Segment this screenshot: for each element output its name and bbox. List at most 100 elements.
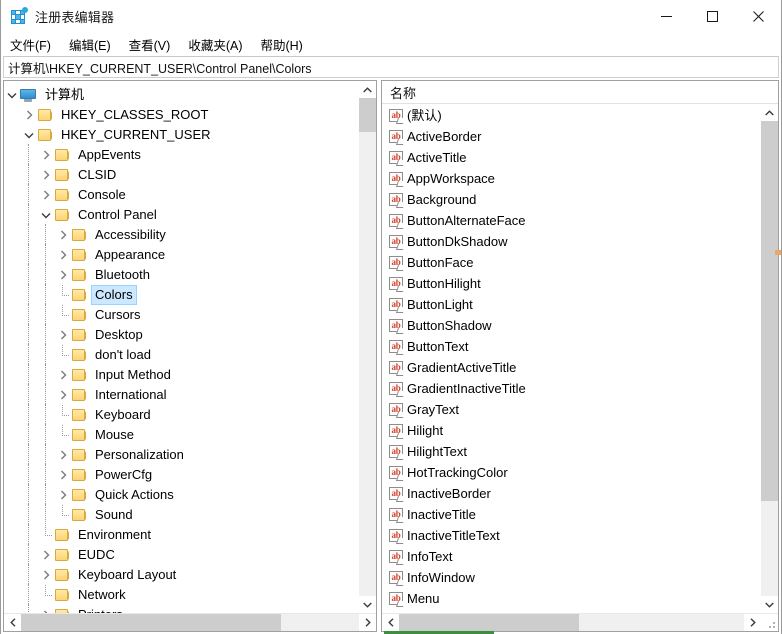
- tree-horizontal-scrollbar[interactable]: [4, 613, 376, 631]
- value-list-row[interactable]: abActiveTitle: [382, 147, 760, 168]
- value-list-row[interactable]: abButtonFace: [382, 252, 760, 273]
- chevron-right-icon[interactable]: [38, 145, 54, 165]
- value-list-row[interactable]: abButtonDkShadow: [382, 231, 760, 252]
- tree-node-don-t-load[interactable]: don't load: [4, 345, 358, 365]
- tree-node-appearance[interactable]: Appearance: [4, 245, 358, 265]
- tree-node-international[interactable]: International: [4, 385, 358, 405]
- column-header-name[interactable]: 名称: [390, 83, 416, 102]
- value-list-row[interactable]: abMenu: [382, 588, 760, 609]
- chevron-right-icon[interactable]: [38, 565, 54, 585]
- value-list-row[interactable]: abHotTrackingColor: [382, 462, 760, 483]
- chevron-right-icon[interactable]: [38, 185, 54, 205]
- tree-scroll-left-button[interactable]: [4, 614, 21, 631]
- tree-node-cursors[interactable]: Cursors: [4, 305, 358, 325]
- tree-node-bluetooth[interactable]: Bluetooth: [4, 265, 358, 285]
- list-scroll-left-button[interactable]: [382, 614, 399, 631]
- value-list-row[interactable]: abButtonShadow: [382, 315, 760, 336]
- chevron-right-icon[interactable]: [55, 485, 71, 505]
- chevron-right-icon[interactable]: [55, 365, 71, 385]
- value-list-row[interactable]: abInactiveBorder: [382, 483, 760, 504]
- value-list-row[interactable]: abButtonText: [382, 336, 760, 357]
- list-scroll-down-button[interactable]: [761, 596, 778, 613]
- value-list-row[interactable]: abBackground: [382, 189, 760, 210]
- tree-node-hkey-current-user[interactable]: HKEY_CURRENT_USER: [4, 125, 358, 145]
- tree-node-colors[interactable]: Colors: [4, 285, 358, 305]
- tree-node-environment[interactable]: Environment: [4, 525, 358, 545]
- tree-node-input-method[interactable]: Input Method: [4, 365, 358, 385]
- value-list-row[interactable]: abActiveBorder: [382, 126, 760, 147]
- chevron-right-icon[interactable]: [55, 445, 71, 465]
- menu-view[interactable]: 查看(V): [129, 33, 180, 56]
- tree-node--[interactable]: 计算机: [4, 85, 358, 105]
- tree-node-clsid[interactable]: CLSID: [4, 165, 358, 185]
- tree-node-personalization[interactable]: Personalization: [4, 445, 358, 465]
- tree-node-appevents[interactable]: AppEvents: [4, 145, 358, 165]
- chevron-down-icon[interactable]: [21, 125, 37, 145]
- value-list-row[interactable]: abGradientActiveTitle: [382, 357, 760, 378]
- value-list-row[interactable]: abGradientInactiveTitle: [382, 378, 760, 399]
- tree-node-printers[interactable]: Printers: [4, 605, 358, 613]
- tree-node-eudc[interactable]: EUDC: [4, 545, 358, 565]
- chevron-right-icon[interactable]: [55, 265, 71, 285]
- tree-node-network[interactable]: Network: [4, 585, 358, 605]
- maximize-button[interactable]: [689, 0, 735, 32]
- tree-scroll-right-button[interactable]: [359, 614, 376, 631]
- chevron-right-icon[interactable]: [55, 465, 71, 485]
- chevron-right-icon[interactable]: [55, 385, 71, 405]
- list-horizontal-scrollbar[interactable]: [382, 613, 778, 631]
- tree-hscroll-track[interactable]: [21, 614, 359, 631]
- chevron-right-icon[interactable]: [55, 225, 71, 245]
- chevron-right-icon[interactable]: [55, 325, 71, 345]
- list-scroll-track[interactable]: [761, 121, 778, 596]
- tree-node-console[interactable]: Console: [4, 185, 358, 205]
- tree-scroll-track[interactable]: [359, 98, 376, 596]
- tree-node-keyboard[interactable]: Keyboard: [4, 405, 358, 425]
- resize-grip[interactable]: [761, 614, 778, 631]
- tree-node-sound[interactable]: Sound: [4, 505, 358, 525]
- value-list-row[interactable]: ab(默认): [382, 105, 760, 126]
- value-list-row[interactable]: abInactiveTitleText: [382, 525, 760, 546]
- tree-node-quick-actions[interactable]: Quick Actions: [4, 485, 358, 505]
- tree-node-accessibility[interactable]: Accessibility: [4, 225, 358, 245]
- list-scroll-thumb[interactable]: [761, 121, 778, 501]
- tree-vertical-scrollbar[interactable]: [358, 81, 376, 613]
- list-hscroll-track[interactable]: [399, 614, 744, 631]
- list-hscroll-thumb[interactable]: [399, 614, 579, 631]
- tree-node-desktop[interactable]: Desktop: [4, 325, 358, 345]
- tree-node-hkey-classes-root[interactable]: HKEY_CLASSES_ROOT: [4, 105, 358, 125]
- tree-node-powercfg[interactable]: PowerCfg: [4, 465, 358, 485]
- tree-scroll-thumb[interactable]: [359, 98, 376, 132]
- value-list-row[interactable]: abInactiveTitle: [382, 504, 760, 525]
- value-list-row[interactable]: abInfoWindow: [382, 567, 760, 588]
- value-list-row[interactable]: abMenuBar: [382, 609, 760, 613]
- list-vertical-scrollbar[interactable]: [760, 104, 778, 613]
- tree-node-mouse[interactable]: Mouse: [4, 425, 358, 445]
- menu-help[interactable]: 帮助(H): [260, 33, 311, 56]
- menu-favorites[interactable]: 收藏夹(A): [188, 33, 251, 56]
- tree-scroll-down-button[interactable]: [359, 596, 376, 613]
- chevron-right-icon[interactable]: [38, 545, 54, 565]
- chevron-right-icon[interactable]: [38, 165, 54, 185]
- value-list-row[interactable]: abAppWorkspace: [382, 168, 760, 189]
- value-list-row[interactable]: abButtonAlternateFace: [382, 210, 760, 231]
- chevron-right-icon[interactable]: [55, 245, 71, 265]
- tree-node-control-panel[interactable]: Control Panel: [4, 205, 358, 225]
- chevron-down-icon[interactable]: [38, 205, 54, 225]
- minimize-button[interactable]: [643, 0, 689, 32]
- menu-edit[interactable]: 编辑(E): [69, 33, 120, 56]
- value-list-row[interactable]: abInfoText: [382, 546, 760, 567]
- list-scroll-up-button[interactable]: [761, 104, 778, 121]
- tree-node-keyboard-layout[interactable]: Keyboard Layout: [4, 565, 358, 585]
- tree-hscroll-thumb[interactable]: [21, 614, 281, 631]
- value-list-row[interactable]: abHilightText: [382, 441, 760, 462]
- chevron-right-icon[interactable]: [38, 605, 54, 613]
- close-button[interactable]: [735, 0, 781, 32]
- address-bar[interactable]: 计算机\HKEY_CURRENT_USER\Control Panel\Colo…: [3, 56, 779, 78]
- tree-scroll-up-button[interactable]: [359, 81, 376, 98]
- chevron-down-icon[interactable]: [4, 85, 20, 105]
- menu-file[interactable]: 文件(F): [10, 33, 60, 56]
- chevron-right-icon[interactable]: [21, 105, 37, 125]
- value-list-row[interactable]: abButtonLight: [382, 294, 760, 315]
- list-scroll-right-button[interactable]: [744, 614, 761, 631]
- value-list-row[interactable]: abButtonHilight: [382, 273, 760, 294]
